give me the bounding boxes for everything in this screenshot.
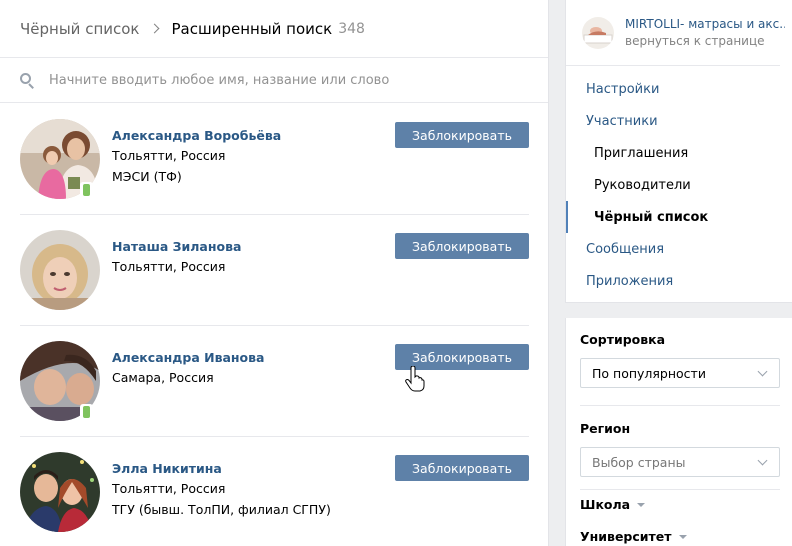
community-nav: MIRTOLLI- матрасы и акс... вернуться к с… [565, 0, 792, 303]
breadcrumb: Чёрный список Расширенный поиск 348 [0, 0, 548, 58]
mobile-online-icon [80, 404, 93, 421]
avatar[interactable] [20, 452, 100, 532]
user-education: ТГУ (бывш. ТолПИ, филиал СГПУ) [112, 502, 331, 517]
triangle-down-icon [637, 502, 646, 507]
user-name-link[interactable]: Александра Воробьёва [112, 128, 281, 143]
back-to-page-link[interactable]: вернуться к странице [625, 34, 785, 48]
page-title: Расширенный поиск [171, 19, 333, 38]
block-button[interactable]: Заблокировать [395, 233, 529, 259]
sort-value: По популярности [592, 365, 706, 381]
search-filters: Сортировка По популярности Регион Выбор … [565, 318, 792, 546]
user-name-link[interactable]: Элла Никитина [112, 461, 222, 476]
hand-cursor-icon [405, 366, 425, 392]
chevron-down-icon [757, 366, 768, 377]
avatar[interactable] [20, 230, 100, 310]
user-name-link[interactable]: Александра Иванова [112, 350, 264, 365]
sidebar-item-managers[interactable]: Руководители [566, 169, 792, 201]
sidebar-item-invitations[interactable]: Приглашения [566, 137, 792, 169]
user-location: Самара, Россия [112, 370, 214, 385]
sidebar-item-members[interactable]: Участники [566, 105, 792, 137]
sort-label: Сортировка [580, 332, 666, 347]
results-count: 348 [338, 20, 365, 37]
chevron-down-icon [757, 455, 768, 466]
user-location: Тольятти, Россия [112, 481, 226, 496]
list-item: Александра Иванова Самара, Россия Заблок… [0, 326, 549, 437]
search-panel: Чёрный список Расширенный поиск 348 Алек… [0, 0, 549, 546]
block-button[interactable]: Заблокировать [395, 122, 529, 148]
community-header[interactable]: MIRTOLLI- матрасы и акс... вернуться к с… [566, 0, 785, 66]
sidebar-item-apps[interactable]: Приложения [566, 265, 792, 297]
sort-select[interactable]: По популярности [580, 358, 780, 388]
community-avatar [582, 16, 614, 49]
school-filter-toggle[interactable]: Школа [580, 497, 646, 512]
community-name[interactable]: MIRTOLLI- матрасы и акс... [625, 17, 785, 31]
search-bar [0, 58, 548, 103]
region-label: Регион [580, 421, 631, 436]
list-item: Элла Никитина Тольятти, Россия ТГУ (бывш… [0, 437, 549, 546]
chevron-right-icon [149, 23, 159, 34]
university-label: Университет [580, 529, 672, 544]
list-item: Александра Воробьёва Тольятти, Россия МЭ… [0, 104, 549, 215]
triangle-down-icon [678, 534, 687, 539]
school-label: Школа [580, 497, 631, 512]
sidebar-item-settings[interactable]: Настройки [566, 73, 792, 105]
list-item: Наташа Зиланова Тольятти, Россия Заблоки… [0, 215, 549, 326]
search-icon [20, 72, 35, 89]
search-input[interactable] [49, 72, 469, 88]
country-placeholder: Выбор страны [592, 454, 686, 470]
sidebar-item-blacklist[interactable]: Чёрный список [566, 201, 792, 233]
mobile-online-icon [80, 182, 93, 199]
user-education: МЭСИ (ТФ) [112, 169, 182, 184]
user-location: Тольятти, Россия [112, 259, 226, 274]
user-name-link[interactable]: Наташа Зиланова [112, 239, 241, 254]
university-filter-toggle[interactable]: Университет [580, 529, 687, 544]
block-button[interactable]: Заблокировать [395, 455, 529, 481]
divider [580, 489, 780, 490]
country-select[interactable]: Выбор страны [580, 447, 780, 477]
breadcrumb-blacklist-link[interactable]: Чёрный список [20, 20, 140, 38]
divider [580, 405, 780, 406]
sidebar-item-messages[interactable]: Сообщения [566, 233, 792, 265]
user-location: Тольятти, Россия [112, 148, 226, 163]
